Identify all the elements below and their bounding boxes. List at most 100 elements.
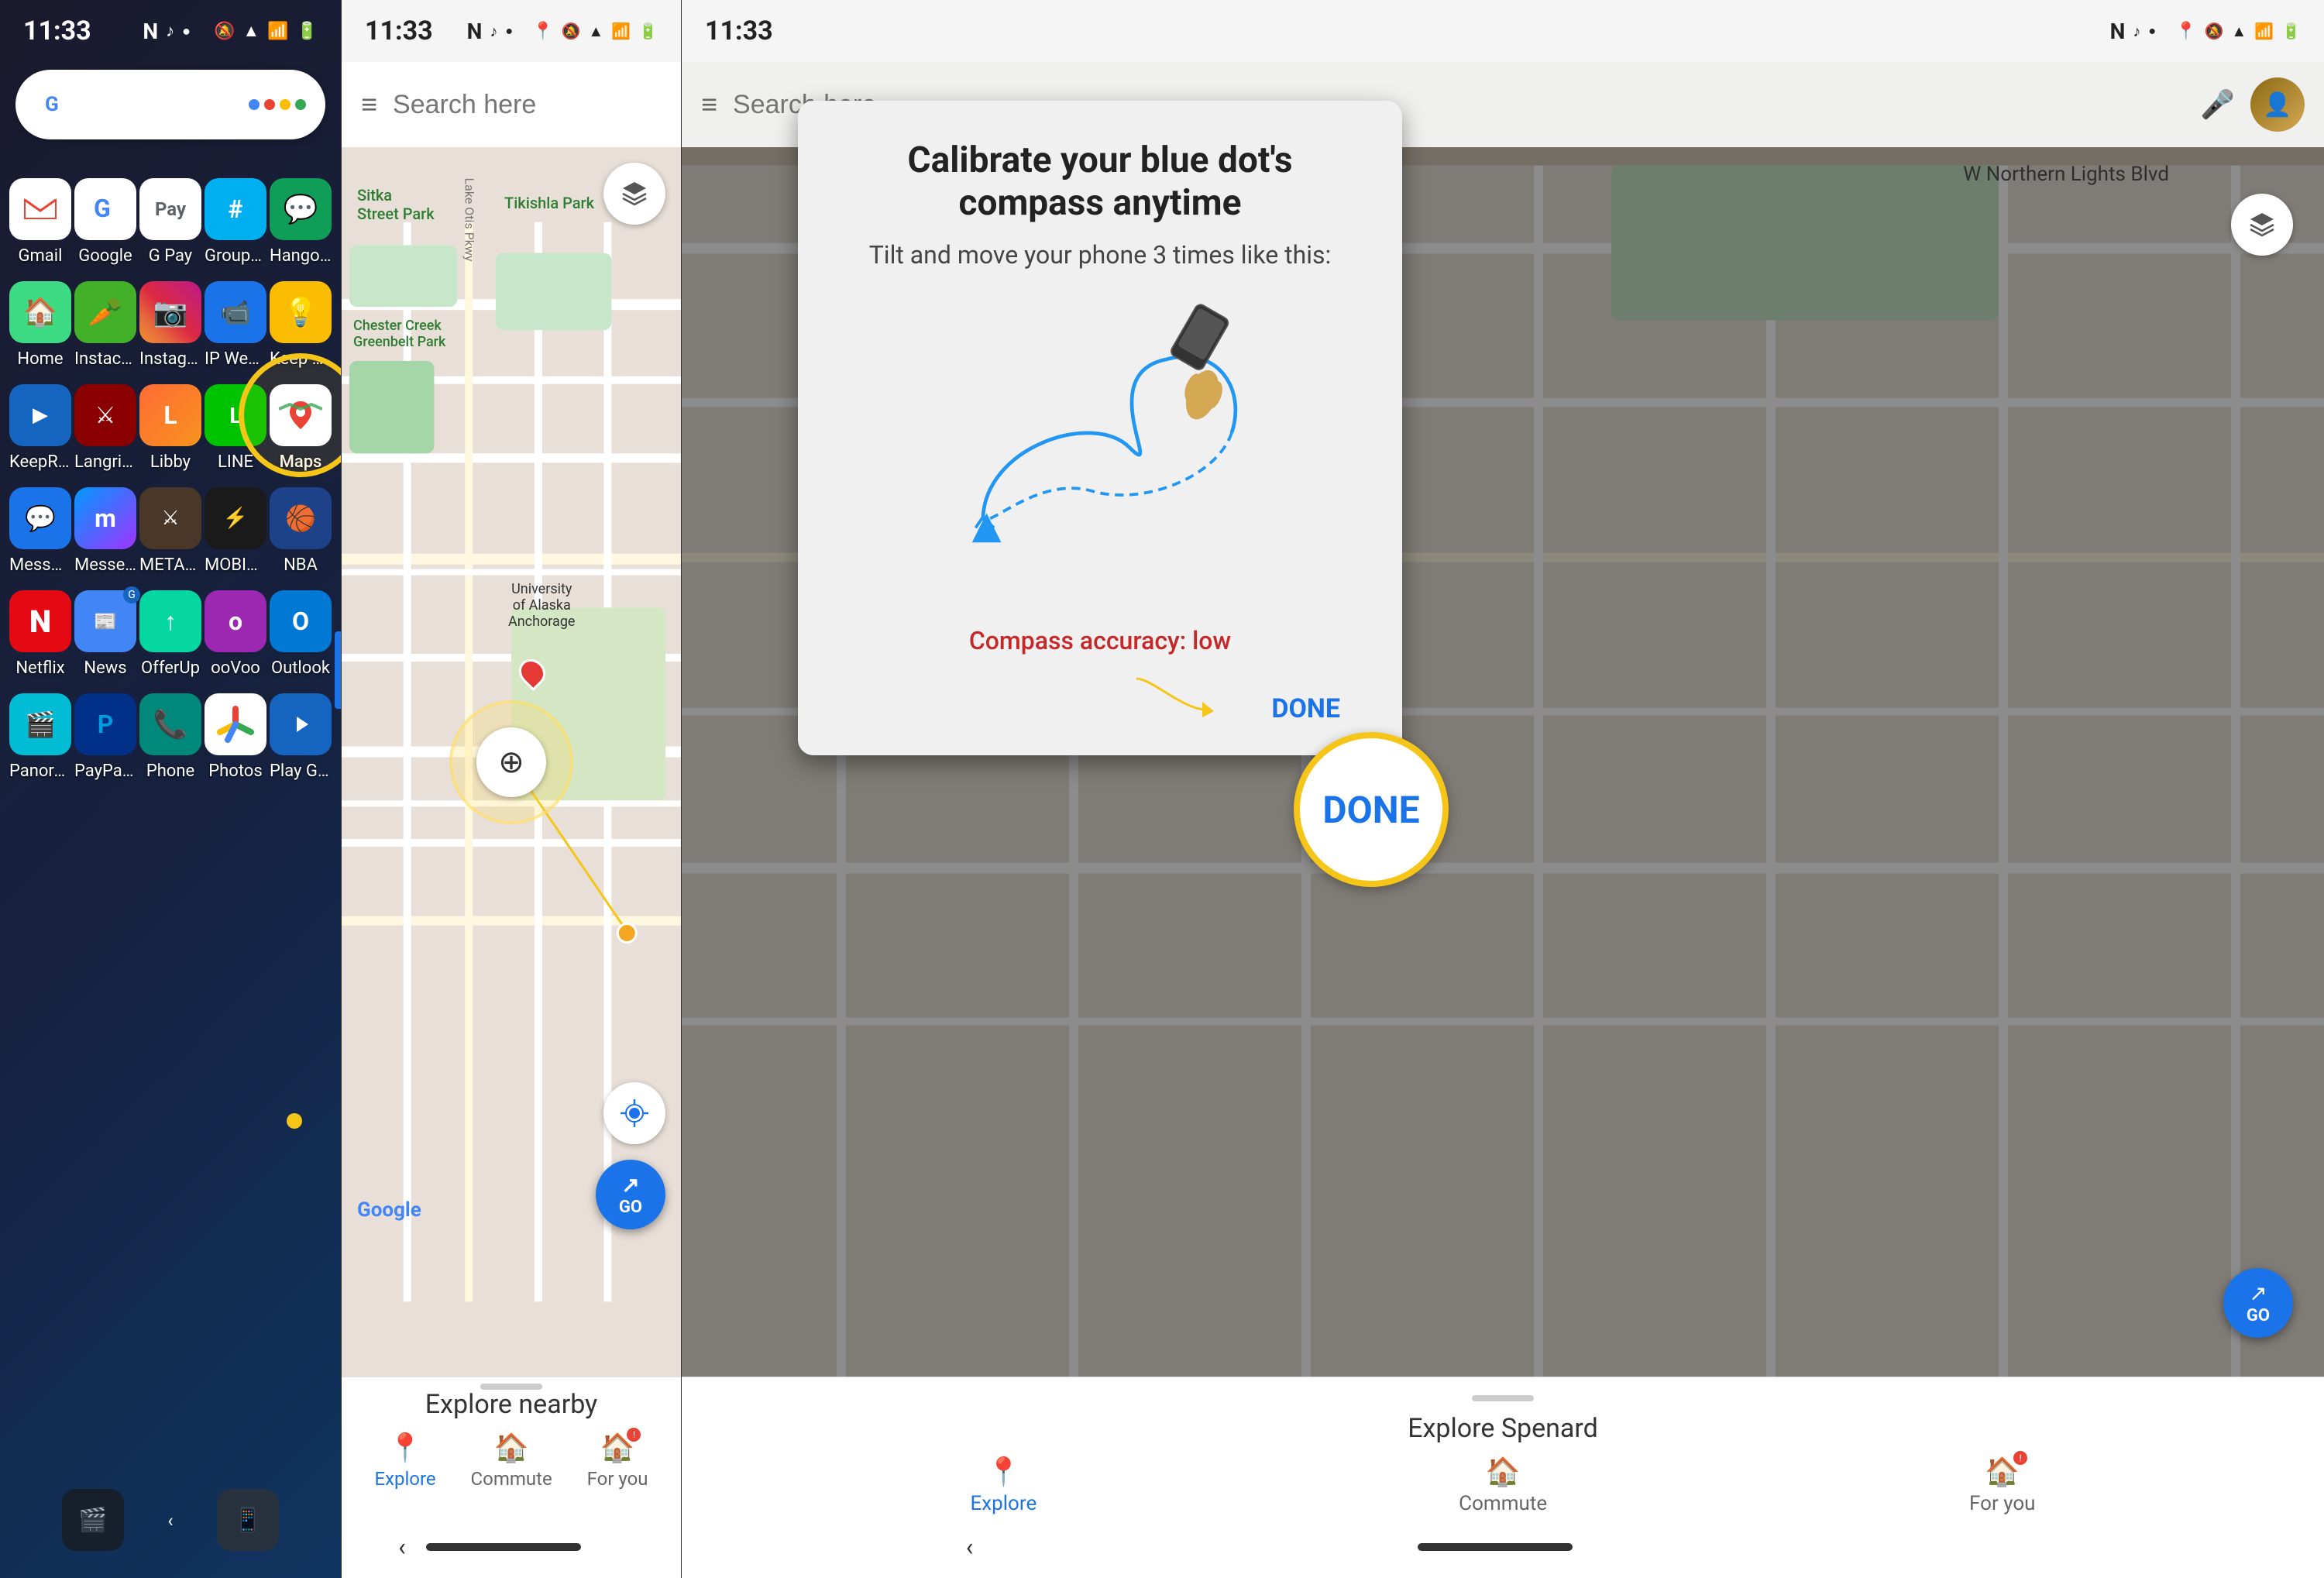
p2-loc-icon: 📍 [532,22,553,41]
svg-text:G: G [45,93,59,116]
app-gpay[interactable]: Pay G Pay [139,178,201,266]
map-area-p2[interactable]: SitkaStreet Park Chester CreekGreenbelt … [342,147,681,1377]
app-panorama[interactable]: 🎬 Panorama... [9,693,71,781]
app-google[interactable]: G Google [74,178,136,266]
accuracy-value: low [1192,626,1231,655]
langrisser-label: Langrisser [74,452,136,472]
app-messages[interactable]: 💬 Messages [9,487,71,575]
signal-icon: 📶 [267,22,288,41]
my-location-button[interactable] [603,1082,665,1144]
p3-layers-btn[interactable] [2231,194,2293,256]
microphone-icon-p3[interactable]: 🎤 [2200,88,2235,121]
app-home[interactable]: 🏠 Home [9,281,71,369]
panorama-b-icon: 🎬 [62,1489,124,1551]
google-search-bar[interactable]: G [15,70,325,139]
wifi-icon: ▲ [242,21,260,41]
p2-mute-icon: 🔕 [561,22,580,40]
app-unknown-b[interactable]: 📱 [217,1489,279,1551]
maps-icon [270,384,332,446]
explore-tab-foryou-label: For you [587,1468,648,1490]
maps-search-bar-p2: ≡ 🎤 👤 [342,62,681,147]
app-news[interactable]: 📰 G News [74,590,136,678]
app-langrisser[interactable]: ⚔ Langrisser [74,384,136,472]
compass-accuracy-text: Compass accuracy: low [837,626,1363,655]
p3-tab-explore[interactable]: 📍 Explore [970,1456,1037,1515]
app-panorama-b[interactable]: 🎬 [62,1489,124,1551]
p3-dot-icon: ● [2148,23,2156,39]
drag-handle-p3[interactable] [1472,1395,1534,1401]
home-label: Home [9,349,71,369]
hamburger-menu-icon[interactable]: ≡ [361,88,377,121]
app-oovoo[interactable]: o ooVoo [205,590,266,678]
p2-dot-icon: ● [505,23,513,39]
app-maps[interactable]: Maps [270,384,332,472]
messenger-icon: m [74,487,136,549]
go-button[interactable]: ↗ GO [596,1160,665,1229]
bottom-app-row: 🎬 📱 ‹ [0,1462,341,1578]
svg-text:G: G [94,194,111,223]
go-label: GO [619,1198,642,1217]
app-instagram[interactable]: 📷 Instagram [139,281,201,369]
instagram-label: Instagram [139,349,201,369]
calibration-dialog: Calibrate your blue dot's compass anytim… [798,101,1433,755]
app-ipwebcam[interactable]: 📹 IP Webcam [205,281,266,369]
done-circle-button[interactable]: DONE [1294,732,1449,887]
go-arrow-p3: ↗ [2249,1281,2267,1306]
explore-tab-explore-label: Explore [374,1468,435,1490]
home-indicator-p3[interactable] [1418,1543,1573,1551]
lake-otis-label: Lake Otis Pkwy [462,178,477,262]
status-bar-panel2: 11:33 N ♪ ● 📍 🔕 ▲ 📶 🔋 [342,0,681,62]
go-button-p3[interactable]: ↗ GO [2223,1268,2293,1338]
mobius-icon: ⚡ [205,487,266,549]
app-instacart[interactable]: 🥕 Instacart [74,281,136,369]
p3-tab-commute[interactable]: 🏠 Commute [1459,1456,1547,1515]
app-offerup[interactable]: ↑ OfferUp [139,590,201,678]
location-center[interactable]: ⊕ [449,700,573,824]
maps-search-input[interactable] [393,90,682,120]
back-button-p3[interactable]: ‹ [966,1532,974,1562]
go-label-p3: GO [2247,1306,2270,1325]
app-messenger[interactable]: m Messenger [74,487,136,575]
dot-status-icon: ● [182,23,191,40]
explore-tab-foryou[interactable]: 🏠 ! For you [587,1432,648,1490]
app-groupme[interactable]: # GroupMe [205,178,266,266]
p3-wifi-icon: ▲ [2231,22,2247,41]
app-nba[interactable]: 🏀 NBA [270,487,332,575]
keepnotes-icon: 💡 [270,281,332,343]
p2-netflix-icon: N [467,19,483,44]
libby-label: Libby [139,452,201,472]
home-icon: 🏠 [9,281,71,343]
google-dot-red [264,99,275,110]
app-phone[interactable]: 📞 Phone [139,693,201,781]
app-photos[interactable]: Photos [205,693,266,781]
app-hangouts[interactable]: 💬 Hangouts [270,178,332,266]
done-inline-label[interactable]: DONE [1271,693,1340,724]
app-mobius[interactable]: ⚡ MOBIUS FF [205,487,266,575]
google-dot-blue [249,99,260,110]
app-paypal[interactable]: P PayPal He... [74,693,136,781]
app-gmail[interactable]: Gmail [9,178,71,266]
app-metalsl[interactable]: ⚔ METAL SL... [139,487,201,575]
explore-tab-commute[interactable]: 🏠 Commute [471,1432,552,1490]
app-row-5: N Netflix 📰 G News ↑ OfferUp o ooVoo [8,590,333,678]
home-indicator-p2[interactable] [426,1543,581,1551]
p3-netflix-icon: N [2110,19,2126,44]
app-libby[interactable]: L Libby [139,384,201,472]
drawer-arrow[interactable]: ‹ [167,1510,173,1532]
app-playgames[interactable]: Play Games [270,693,332,781]
photos-label: Photos [205,761,266,781]
app-outlook[interactable]: O Outlook [270,590,332,678]
ipwebcam-label: IP Webcam [205,349,266,369]
sidebar-scroll-handle[interactable] [335,631,341,709]
app-netflix[interactable]: N Netflix [9,590,71,678]
hamburger-menu-icon-p3[interactable]: ≡ [701,88,717,121]
back-button-p2[interactable]: ‹ [398,1532,406,1562]
layers-btn-p3[interactable] [2231,194,2293,256]
p3-tab-foryou[interactable]: 🏠 ! For you [1969,1456,2035,1515]
drag-handle[interactable] [480,1384,542,1390]
layers-button[interactable] [603,163,665,225]
explore-tab-explore[interactable]: 📍 Explore [374,1432,435,1490]
app-keeprunning[interactable]: ▶ KeepRunni... [9,384,71,472]
user-avatar-p3[interactable]: 👤 [2250,77,2305,132]
done-area: DONE [837,671,1363,724]
